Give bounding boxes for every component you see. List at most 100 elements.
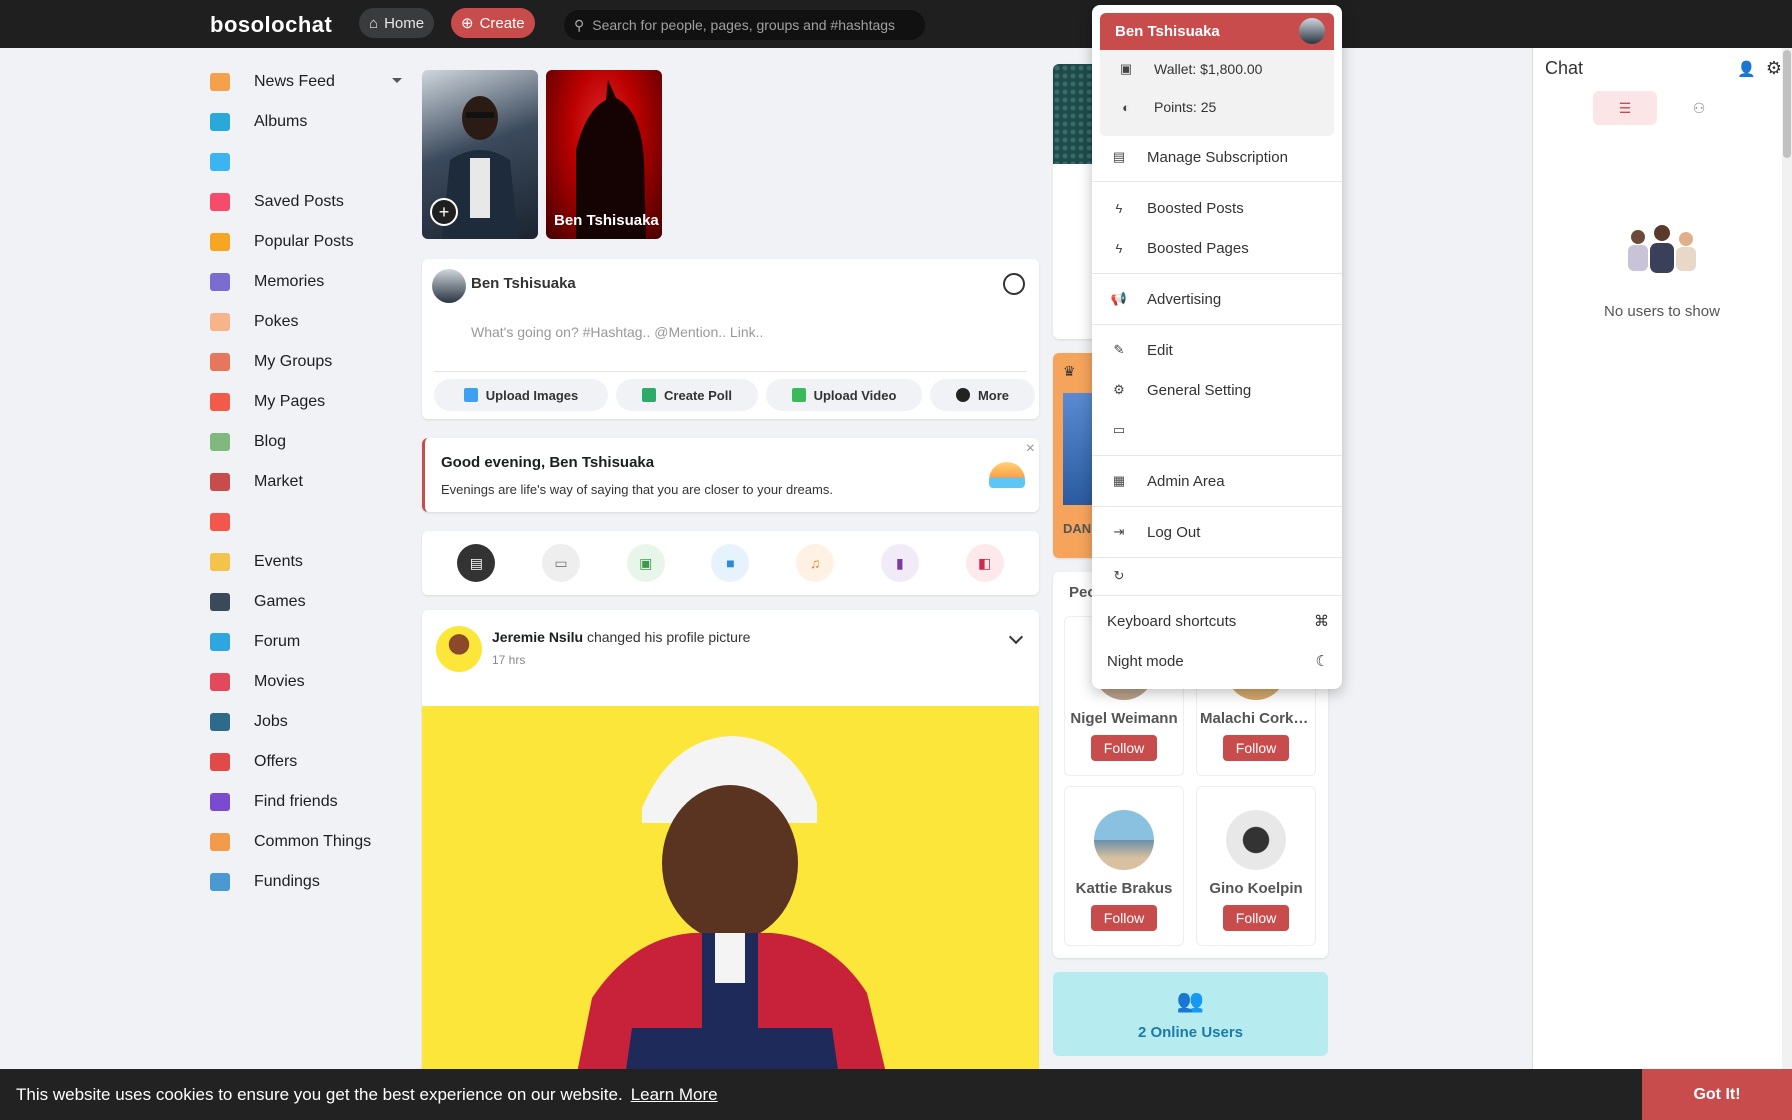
learn-more-link[interactable]: Learn More <box>631 1085 718 1105</box>
sidebar-item[interactable]: Fundings <box>210 862 410 902</box>
sidebar-item[interactable]: My Pages <box>210 382 410 422</box>
boosted-posts-item[interactable]: ϟ Boosted Posts <box>1107 188 1329 228</box>
sidebar-item[interactable]: Blog <box>210 422 410 462</box>
sidebar-item-icon <box>210 873 230 891</box>
create-poll-button[interactable]: Create Poll <box>616 379 758 411</box>
sidebar-item-icon <box>210 233 230 251</box>
sidebar-item-label: Jobs <box>254 713 288 730</box>
boosted-pages-item[interactable]: ϟ Boosted Pages <box>1107 228 1329 268</box>
points-row[interactable]: ◐ Points: 25 <box>1100 88 1334 126</box>
person-name[interactable]: Gino Koelpin <box>1209 880 1302 897</box>
general-setting-item[interactable]: ⚙ General Setting <box>1107 370 1329 410</box>
sidebar-item[interactable]: Games <box>210 582 410 622</box>
home-button-label: Home <box>384 14 425 32</box>
all-posts-filter-icon[interactable]: ▤ <box>457 544 496 582</box>
avatar[interactable] <box>1226 810 1286 870</box>
search-input[interactable] <box>592 17 913 33</box>
follow-button[interactable]: Follow <box>1222 905 1290 931</box>
file-filter-icon[interactable]: ▮ <box>880 544 919 582</box>
feed-post: Jeremie Nsilu changed his profile pictur… <box>422 610 1039 1090</box>
add-user-icon[interactable]: 👤 <box>1737 60 1756 78</box>
sidebar-item[interactable] <box>210 142 410 182</box>
person-name[interactable]: Kattie Brakus <box>1076 880 1173 897</box>
switch-account-item[interactable]: ↻ <box>1107 557 1329 595</box>
sidebar-item[interactable]: Find friends <box>210 782 410 822</box>
sidebar-item[interactable]: Memories <box>210 262 410 302</box>
upload-images-label: Upload Images <box>485 387 579 403</box>
manage-subscription-label: Manage Subscription <box>1147 148 1288 166</box>
music-filter-icon[interactable]: ♫ <box>796 544 835 582</box>
close-icon[interactable]: × <box>1026 440 1035 458</box>
sidebar-item[interactable]: Movies <box>210 662 410 702</box>
map-filter-icon[interactable]: ◧ <box>965 544 1004 582</box>
chevron-down-icon[interactable] <box>1008 629 1024 645</box>
create-button[interactable]: ⊕ Create <box>451 8 535 38</box>
manage-subscription-item[interactable]: ▤ Manage Subscription <box>1107 137 1329 177</box>
upload-images-button[interactable]: Upload Images <box>434 379 608 411</box>
sidebar-item[interactable]: Popular Posts <box>210 222 410 262</box>
command-icon: ⌘ <box>1314 613 1329 630</box>
log-out-icon: ⇥ <box>1113 524 1125 539</box>
emoji-icon[interactable] <box>1003 273 1025 295</box>
home-button[interactable]: ⌂ Home <box>359 8 435 38</box>
sidebar-item[interactable]: Offers <box>210 742 410 782</box>
story-item[interactable]: Ben Tshisuaka <box>546 70 662 239</box>
feed-filter-bar: ▤ ▭ ▣ ■ ♫ ▮ ◧ <box>422 531 1039 595</box>
sidebar-item[interactable] <box>210 502 410 542</box>
admin-area-item[interactable]: ▦ Admin Area <box>1107 461 1329 501</box>
plus-icon <box>955 388 970 402</box>
sidebar-item[interactable]: Pokes <box>210 302 410 342</box>
gear-icon[interactable]: ⚙ <box>1766 58 1782 79</box>
sidebar-item[interactable]: My Groups <box>210 342 410 382</box>
follow-button[interactable]: Follow <box>1222 735 1290 761</box>
person-name[interactable]: Nigel Weimann <box>1070 710 1177 727</box>
payment-item[interactable]: ▭ <box>1107 410 1329 450</box>
avatar[interactable] <box>436 626 482 672</box>
moon-icon: ☾ <box>1315 653 1329 670</box>
more-button[interactable]: More <box>930 379 1035 411</box>
tab-users[interactable]: ☰ <box>1593 91 1657 125</box>
video-filter-icon[interactable]: ■ <box>711 544 750 582</box>
post-action: changed his profile picture <box>586 629 751 645</box>
edit-item[interactable]: ✎ Edit <box>1107 330 1329 370</box>
photos-filter-icon[interactable]: ▣ <box>626 544 665 582</box>
avatar[interactable] <box>1094 810 1154 870</box>
person-card: Kattie Brakus Follow <box>1064 786 1184 946</box>
add-story-button[interactable]: + <box>430 198 458 226</box>
follow-button[interactable]: Follow <box>1090 905 1158 931</box>
scrollbar-thumb[interactable] <box>1783 50 1791 158</box>
sidebar-item[interactable]: Albums <box>210 102 410 142</box>
sidebar-item[interactable]: Events <box>210 542 410 582</box>
sidebar-item[interactable]: Common Things <box>210 822 410 862</box>
page-scrollbar[interactable] <box>1782 48 1792 1069</box>
story-create[interactable]: + <box>422 70 538 239</box>
follow-button[interactable]: Follow <box>1090 735 1158 761</box>
subscription-icon: ▤ <box>1112 149 1126 164</box>
user-menu-profile[interactable]: Ben Tshisuaka <box>1100 13 1334 50</box>
keyboard-shortcuts-item[interactable]: Keyboard shortcuts ⌘ <box>1107 601 1329 641</box>
tab-groups[interactable]: ⚇ <box>1667 91 1731 125</box>
post-time[interactable]: 17 hrs <box>492 653 525 667</box>
sidebar-item[interactable]: Jobs <box>210 702 410 742</box>
divider <box>1092 595 1342 596</box>
sidebar-item[interactable]: Market <box>210 462 410 502</box>
night-mode-item[interactable]: Night mode ☾ <box>1107 641 1329 681</box>
wallet-row[interactable]: ▣ Wallet: $1,800.00 <box>1100 50 1334 88</box>
composer-input[interactable]: What's going on? #Hashtag.. @Mention.. L… <box>471 324 763 340</box>
person-name[interactable]: Malachi Corkery <box>1200 710 1312 727</box>
caret-down-icon[interactable] <box>392 78 402 83</box>
sidebar-item[interactable]: Forum <box>210 622 410 662</box>
text-filter-icon[interactable]: ▭ <box>542 544 581 582</box>
post-author[interactable]: Jeremie Nsilu <box>492 629 583 645</box>
sidebar-item[interactable]: Saved Posts <box>210 182 410 222</box>
online-users-card[interactable]: 👥 2 Online Users <box>1053 972 1328 1056</box>
upload-video-button[interactable]: Upload Video <box>766 379 922 411</box>
got-it-button[interactable]: Got It! <box>1642 1069 1792 1120</box>
pro-member-name[interactable]: DAN <box>1063 521 1091 536</box>
advertising-item[interactable]: 📢 Advertising <box>1107 279 1329 319</box>
post-image[interactable] <box>422 706 1039 1090</box>
log-out-item[interactable]: ⇥ Log Out <box>1107 512 1329 552</box>
top-navbar: bosolochat ⌂ Home ⊕ Create ⚲ <box>0 0 1792 48</box>
sidebar-item[interactable]: News Feed <box>210 62 410 102</box>
site-logo[interactable]: bosolochat <box>210 12 332 38</box>
